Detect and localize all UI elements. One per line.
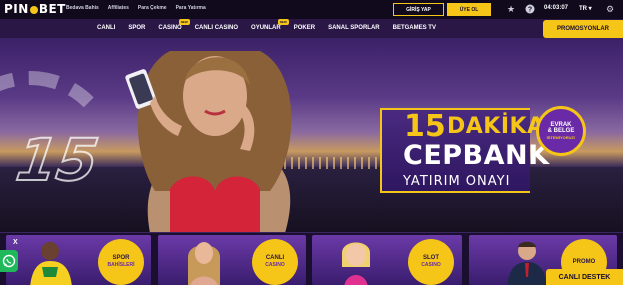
card-subtitle: CASINO: [265, 262, 285, 268]
top-link-para-cekme[interactable]: Para Çekme: [138, 5, 167, 11]
logo-text-right: BET: [38, 2, 66, 16]
category-cards: SPOR BAHİSLERİ CANLI CASINO SLOT CASINO: [0, 233, 623, 285]
slot-character-image: [342, 242, 370, 285]
card-title: PROMO: [572, 258, 596, 265]
register-button[interactable]: ÜYE OL: [447, 3, 491, 16]
dealer-image: [188, 242, 220, 285]
card-badge: SLOT CASINO: [408, 239, 454, 285]
nav-item-canli-casino[interactable]: CANLI CASINO: [195, 25, 238, 31]
nav-item-betgames-tv[interactable]: BETGAMES TV: [393, 25, 436, 31]
badge-line-3: İSTEMİYORUZ!: [546, 135, 576, 140]
card-slot-casino[interactable]: SLOT CASINO: [312, 235, 462, 285]
card-title: SPOR: [112, 255, 130, 261]
nav-item-casino[interactable]: CASINO NEW: [158, 19, 190, 31]
nav-item-canli[interactable]: CANLI: [97, 25, 115, 31]
logo-text-left: PIN: [4, 2, 29, 16]
top-link-bedava-bahis[interactable]: Bedava Bahis: [66, 5, 99, 11]
new-badge: NEW: [178, 19, 190, 25]
nav-item-spor[interactable]: SPOR: [128, 25, 145, 31]
card-title: SLOT: [423, 255, 439, 261]
hero-banner[interactable]: 15 15 DAKİKA CEPBANK YATIRIM ONAYI EVRAK…: [0, 39, 623, 233]
nav-item-sanal-sporlar[interactable]: SANAL SPORLAR: [328, 25, 380, 31]
hero-model-image: [125, 51, 292, 233]
main-nav: CANLI SPOR CASINO NEW CANLI CASINO OYUNLA…: [0, 19, 623, 39]
help-icon[interactable]: ?: [525, 4, 535, 14]
star-icon[interactable]: ★: [506, 4, 516, 14]
nav-label: SPOR: [128, 25, 146, 31]
promotions-button[interactable]: PROMOSYONLAR: [543, 20, 623, 38]
site-logo[interactable]: PIN BET: [4, 2, 66, 16]
language-selector[interactable]: TR ▾: [579, 5, 592, 12]
top-links: Bedava Bahis Affiliates Para Çekme Para …: [66, 5, 206, 11]
logo-ball-icon: [29, 6, 38, 14]
close-icon[interactable]: X: [13, 239, 18, 246]
new-badge: NEW: [277, 19, 289, 25]
headline-number: 15: [404, 109, 446, 144]
card-title: CANLI: [265, 255, 285, 261]
whatsapp-button[interactable]: [0, 250, 18, 272]
nav-item-oyunlar[interactable]: OYUNLAR NEW: [251, 19, 289, 31]
card-badge: SPOR BAHİSLERİ: [98, 239, 144, 285]
top-bar: PIN BET Bedava Bahis Affiliates Para Çekm…: [0, 0, 623, 19]
card-canli-casino[interactable]: CANLI CASINO: [158, 235, 306, 285]
clock: 04:03:07: [544, 5, 569, 11]
nav-item-poker[interactable]: POKER: [294, 25, 315, 31]
card-subtitle: BAHİSLERİ: [107, 262, 135, 268]
footballer-image: [30, 242, 72, 285]
nav-label: POKER: [293, 25, 316, 31]
nav-label: OYUNLAR: [251, 25, 281, 31]
nav-label: CANLI: [97, 25, 116, 31]
nav-label: BETGAMES TV: [392, 25, 436, 31]
nav-label: CANLI CASINO: [194, 25, 239, 31]
settings-icon[interactable]: ⚙: [605, 4, 615, 14]
badge-line-2: & BELGE: [547, 128, 575, 134]
deposit-subtitle: YATIRIM ONAYI: [403, 174, 511, 189]
headline-word: DAKİKA: [447, 114, 545, 139]
nav-label: CASINO: [158, 25, 182, 31]
live-support-button[interactable]: CANLI DESTEK: [546, 269, 623, 285]
cepbank-title: CEPBANK: [403, 140, 550, 171]
login-button[interactable]: GİRİŞ YAP: [393, 3, 444, 16]
card-subtitle: CASINO: [421, 262, 441, 268]
no-documents-badge: EVRAK & BELGE İSTEMİYORUZ!: [536, 106, 586, 156]
nav-label: SANAL SPORLAR: [328, 25, 380, 31]
card-badge: CANLI CASINO: [252, 239, 298, 285]
language-label: TR: [579, 6, 587, 12]
svg-text:?: ?: [528, 7, 532, 14]
gauge-number: 15: [11, 125, 103, 195]
whatsapp-icon: [2, 254, 16, 268]
top-link-para-yatirma[interactable]: Para Yatırma: [176, 5, 206, 11]
card-spor-bahisleri[interactable]: SPOR BAHİSLERİ: [6, 235, 151, 285]
top-link-affiliates[interactable]: Affiliates: [108, 5, 129, 11]
